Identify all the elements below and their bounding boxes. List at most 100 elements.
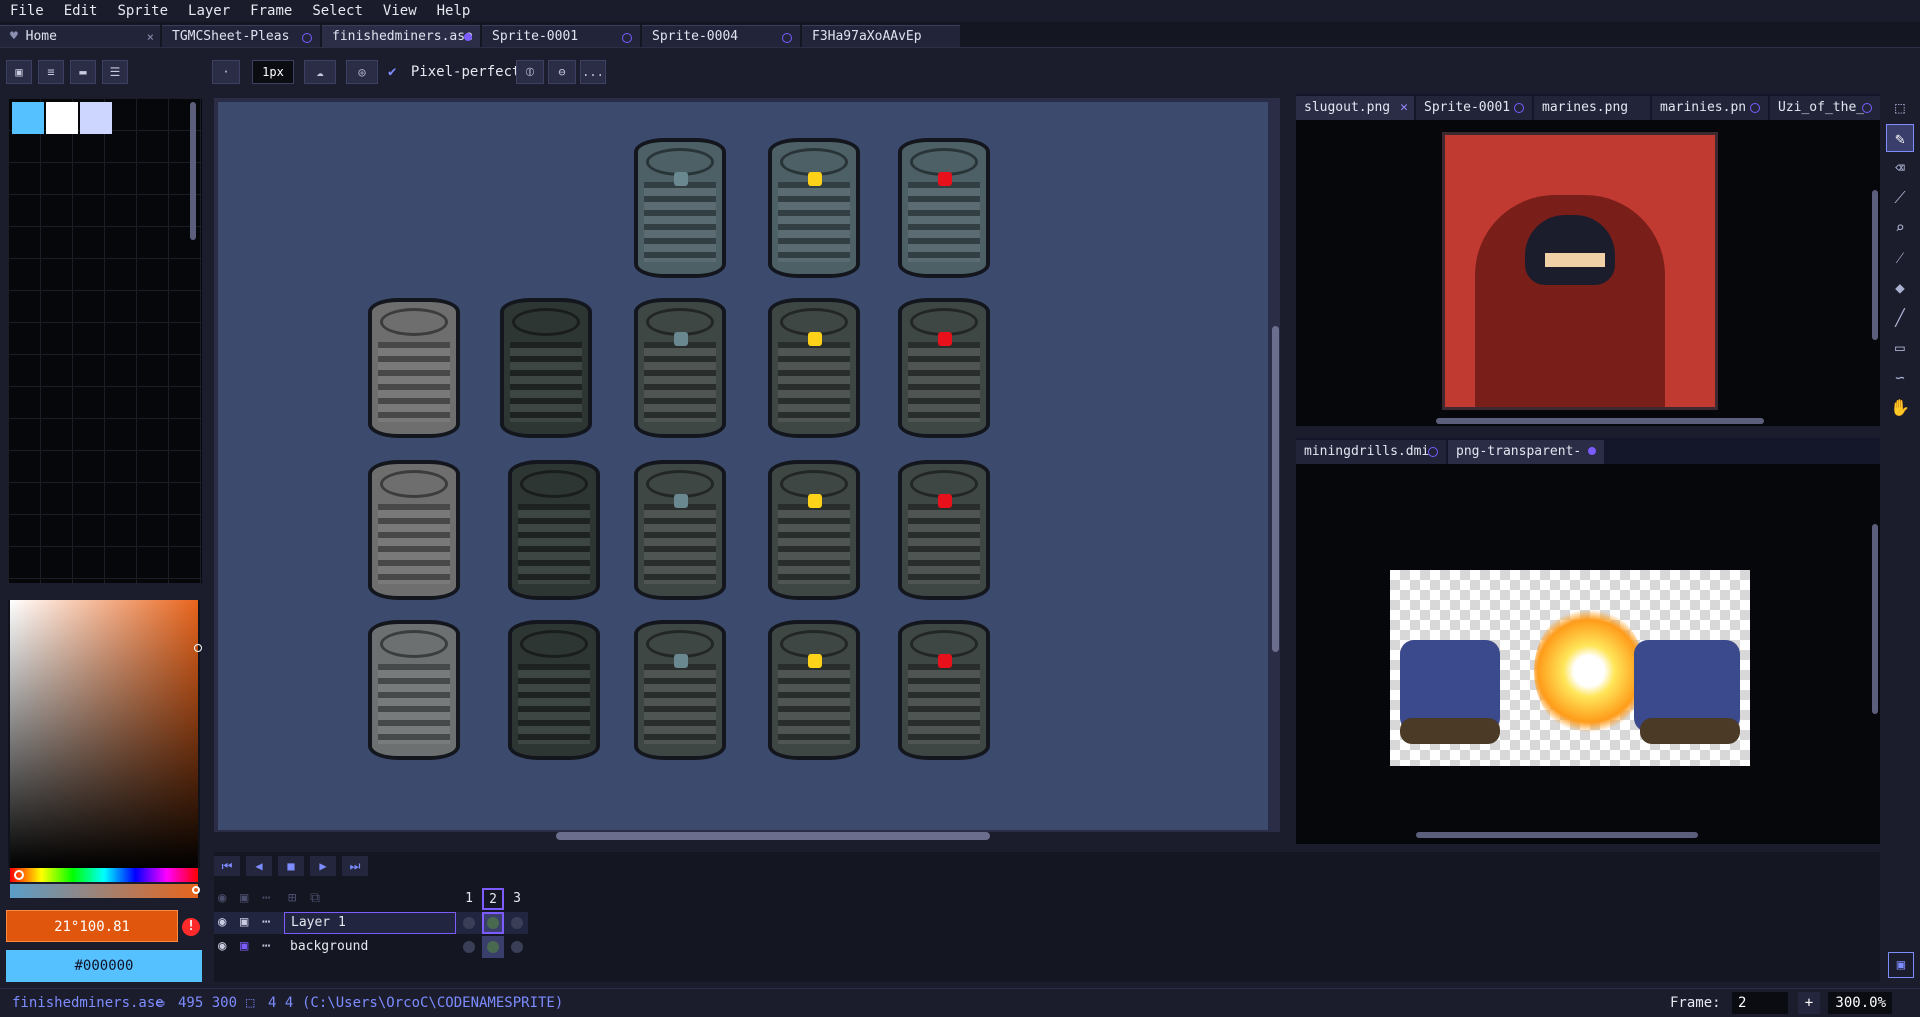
zoom-icon[interactable]: ⌕ [1886, 214, 1914, 242]
palette-swatch[interactable] [46, 102, 78, 134]
cel[interactable] [506, 936, 528, 958]
close-icon[interactable]: ✕ [1400, 96, 1408, 120]
link-icon[interactable]: ⋯ [262, 890, 270, 906]
zoom-input[interactable]: 300.0% [1828, 992, 1892, 1014]
hue-handle[interactable] [14, 870, 24, 880]
layer-name[interactable]: background [290, 936, 368, 958]
folder-icon[interactable]: ▬ [70, 60, 96, 84]
filter-icon[interactable]: ≡ [38, 60, 64, 84]
tab-marines[interactable]: marines.png [1534, 96, 1650, 120]
layer-row[interactable]: ◉ ▣ ⋯ background [214, 936, 528, 958]
tab-home[interactable]: ♥ Home × [0, 25, 160, 47]
menu-frame[interactable]: Frame [240, 0, 302, 22]
preview-toggle-icon[interactable]: ▣ [1888, 952, 1914, 978]
tab-marinies[interactable]: marinies.pn [1652, 96, 1768, 120]
lock-icon[interactable]: ▣ [240, 938, 248, 954]
tab-miningdrills[interactable]: miningdrills.dmi [1296, 440, 1446, 464]
rectangle-icon[interactable]: ▭ [1886, 334, 1914, 362]
cel[interactable] [458, 912, 480, 934]
hue-slider[interactable] [10, 868, 198, 882]
stop-icon[interactable]: ■ [278, 856, 304, 876]
menu-edit[interactable]: Edit [54, 0, 108, 22]
tab-sprite-0001-preview[interactable]: Sprite-0001 [1416, 96, 1532, 120]
eyedropper-icon[interactable]: ⟋ [1886, 184, 1914, 212]
frame-number[interactable]: 3 [506, 888, 528, 910]
foreground-color-button[interactable]: 21°100.81 [6, 910, 178, 942]
frame-number-selected[interactable]: 2 [482, 888, 504, 910]
palette-swatch[interactable] [80, 102, 112, 134]
curve-icon[interactable]: ∽ [1886, 364, 1914, 392]
visibility-eye-icon[interactable]: ◉ [218, 914, 226, 930]
background-color-button[interactable]: #000000 [6, 950, 202, 982]
marquee-icon[interactable]: ⬚ [1886, 94, 1914, 122]
lock-icon[interactable]: ▣ [6, 60, 32, 84]
tab-slugout[interactable]: slugout.png ✕ [1296, 96, 1414, 120]
brush-shape-button[interactable]: · [212, 60, 240, 84]
line-icon[interactable]: ╱ [1886, 304, 1914, 332]
previous-frame-icon[interactable]: ◀ [246, 856, 272, 876]
symmetry-horizontal-icon[interactable]: ⊖ [548, 60, 576, 84]
layer-row[interactable]: ◉ ▣ ⋯ Layer 1 [214, 912, 528, 934]
preview-scrollbar[interactable] [1872, 190, 1878, 340]
tab-f3ha97[interactable]: F3Ha97aXoAAvEp [802, 25, 960, 47]
canvas-horizontal-scrollbar[interactable] [556, 832, 990, 840]
alpha-slider[interactable] [10, 884, 200, 898]
cel[interactable] [506, 912, 528, 934]
palette-swatch[interactable] [12, 102, 44, 134]
canvas-vertical-scrollbar[interactable] [1272, 326, 1279, 652]
lock-icon[interactable]: ▣ [240, 890, 248, 906]
next-frame-icon[interactable]: ▶ [310, 856, 336, 876]
preview-scrollbar[interactable] [1872, 524, 1878, 714]
tab-uzi[interactable]: Uzi_of_the_ [1770, 96, 1880, 120]
pencil-icon[interactable]: ✎ [1886, 124, 1914, 152]
saturation-value-area[interactable] [10, 600, 198, 868]
menu-sprite[interactable]: Sprite [107, 0, 178, 22]
ink-icon[interactable]: ☁ [304, 60, 336, 84]
symmetry-icon[interactable]: ⦶ [516, 60, 544, 84]
add-frame-button[interactable]: + [1798, 992, 1820, 1014]
menu-select[interactable]: Select [302, 0, 373, 22]
tab-sprite-0004[interactable]: Sprite-0004 [642, 25, 800, 47]
first-frame-icon[interactable]: ⏮ [214, 856, 240, 876]
tab-finishedminers[interactable]: finishedminers.ase [322, 25, 480, 47]
tab-png-transparent[interactable]: png-transparent- [1448, 440, 1604, 464]
lock-icon[interactable]: ▣ [240, 914, 248, 930]
palette-scrollbar[interactable] [190, 102, 196, 240]
last-frame-icon[interactable]: ⏭ [342, 856, 368, 876]
eraser-icon[interactable]: ⌫ [1886, 154, 1914, 182]
layer-link-icon[interactable]: ⊞ [288, 890, 296, 906]
tab-tgmcsheet[interactable]: TGMCSheet-Pleas [162, 25, 320, 47]
onion-skin-icon[interactable]: ⧉ [310, 890, 320, 906]
preview-hscrollbar[interactable] [1436, 418, 1764, 424]
continuous-icon[interactable]: ⋯ [262, 938, 270, 954]
continuous-icon[interactable]: ⋯ [262, 914, 270, 930]
cel-selected[interactable] [482, 912, 504, 934]
magnifier-icon[interactable]: ◎ [346, 60, 378, 84]
pixel-perfect-checkbox[interactable]: ✔ Pixel-perfect [388, 60, 520, 84]
menu-help[interactable]: Help [427, 0, 481, 22]
list-icon[interactable]: ☰ [102, 60, 128, 84]
more-options-button[interactable]: ... [580, 60, 606, 84]
spray-icon[interactable]: ⁄ [1886, 244, 1914, 272]
close-icon[interactable]: × [147, 26, 154, 47]
color-picker[interactable] [8, 600, 202, 868]
sprite-canvas[interactable] [218, 102, 1268, 830]
menu-layer[interactable]: Layer [178, 0, 240, 22]
menu-view[interactable]: View [373, 0, 427, 22]
cel[interactable] [458, 936, 480, 958]
fill-icon[interactable]: ◆ [1886, 274, 1914, 302]
brush-size-field[interactable]: 1px [252, 60, 294, 84]
eye-icon[interactable]: ◉ [218, 890, 226, 906]
picker-cursor[interactable] [194, 644, 202, 652]
frame-number[interactable]: 1 [458, 888, 480, 910]
frame-input[interactable]: 2 [1732, 992, 1788, 1014]
tab-sprite-0001[interactable]: Sprite-0001 [482, 25, 640, 47]
menu-file[interactable]: File [0, 0, 54, 22]
cel-selected[interactable] [482, 936, 504, 958]
layer-name[interactable]: Layer 1 [284, 912, 456, 934]
preview-hscrollbar[interactable] [1416, 832, 1698, 838]
hand-icon[interactable]: ✋ [1886, 394, 1914, 422]
visibility-eye-icon[interactable]: ◉ [218, 938, 226, 954]
alpha-handle[interactable] [192, 886, 200, 894]
warning-icon[interactable]: ! [182, 918, 200, 936]
